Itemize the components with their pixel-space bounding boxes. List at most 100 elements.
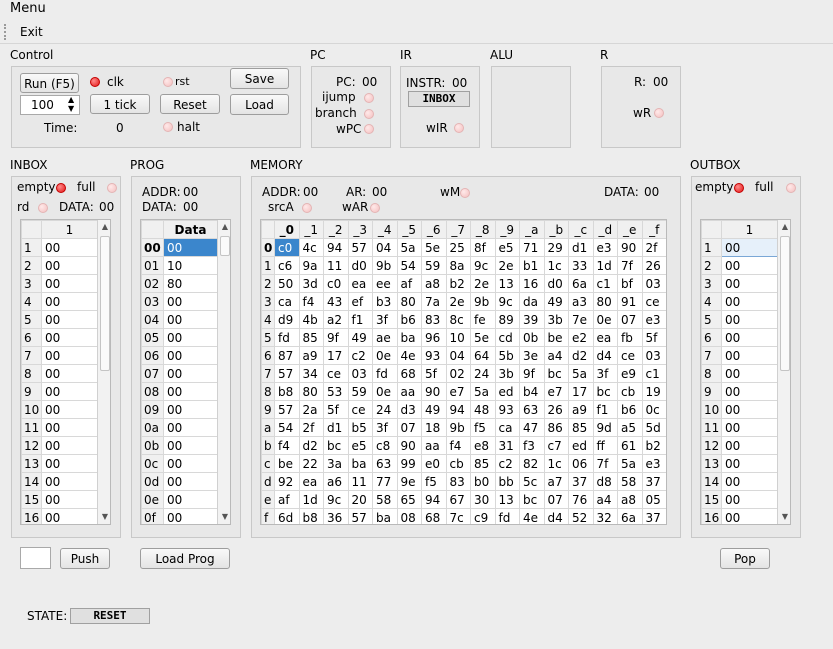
mem-cell[interactable]: 64 bbox=[470, 346, 496, 365]
mem-cell[interactable]: 53 bbox=[323, 382, 349, 401]
mem-cell[interactable]: 58 bbox=[372, 490, 398, 509]
mem-cell[interactable]: ea bbox=[592, 328, 618, 347]
mem-cell[interactable]: 83 bbox=[421, 310, 447, 329]
mem-cell[interactable]: 3f bbox=[592, 364, 618, 383]
mem-cell[interactable]: d9 bbox=[274, 310, 300, 329]
inbox-cell[interactable]: 00 bbox=[41, 238, 98, 257]
mem-cell[interactable]: 17 bbox=[568, 382, 594, 401]
prog-cell[interactable]: 00 bbox=[163, 454, 218, 473]
mem-cell[interactable]: b5 bbox=[347, 418, 373, 437]
mem-cell[interactable]: 2e bbox=[445, 292, 471, 311]
outbox-cell[interactable]: 00 bbox=[721, 238, 778, 257]
mem-cell[interactable]: 02 bbox=[445, 364, 471, 383]
mem-cell[interactable]: 76 bbox=[568, 490, 594, 509]
mem-cell[interactable]: 57 bbox=[347, 238, 373, 257]
mem-cell[interactable]: bc bbox=[543, 364, 569, 383]
mem-cell[interactable]: 7f bbox=[592, 454, 618, 473]
mem-cell[interactable]: 20 bbox=[347, 490, 373, 509]
tick-button[interactable]: 1 tick bbox=[90, 94, 150, 114]
mem-cell[interactable]: 07 bbox=[617, 310, 643, 329]
mem-cell[interactable]: d0 bbox=[543, 274, 569, 293]
mem-cell[interactable]: fd bbox=[274, 328, 300, 347]
mem-cell[interactable]: 52 bbox=[568, 508, 594, 524]
mem-cell[interactable]: 06 bbox=[568, 454, 594, 473]
outbox-cell[interactable]: 00 bbox=[721, 490, 778, 509]
mem-cell[interactable]: 3b bbox=[494, 364, 520, 383]
inbox-cell[interactable]: 00 bbox=[41, 310, 98, 329]
mem-cell[interactable]: 6d bbox=[274, 508, 300, 524]
mem-cell[interactable]: 07 bbox=[543, 490, 569, 509]
mem-cell[interactable]: d4 bbox=[543, 508, 569, 524]
prog-cell[interactable]: 00 bbox=[163, 436, 218, 455]
mem-cell[interactable]: 8f bbox=[470, 238, 496, 257]
mem-cell[interactable]: 7e bbox=[568, 310, 594, 329]
mem-cell[interactable]: 17 bbox=[323, 346, 349, 365]
mem-cell[interactable]: 87 bbox=[274, 346, 300, 365]
mem-cell[interactable]: f5 bbox=[470, 418, 496, 437]
mem-cell[interactable]: 85 bbox=[298, 328, 324, 347]
mem-cell[interactable]: 34 bbox=[298, 364, 324, 383]
mem-cell[interactable]: a7 bbox=[543, 472, 569, 491]
mem-cell[interactable]: e5 bbox=[494, 238, 520, 257]
mem-cell[interactable]: 5a bbox=[617, 454, 643, 473]
mem-cell[interactable]: cb bbox=[617, 382, 643, 401]
mem-cell[interactable]: a4 bbox=[592, 490, 618, 509]
mem-cell[interactable]: b4 bbox=[519, 382, 545, 401]
mem-cell[interactable]: 0c bbox=[641, 400, 666, 419]
mem-cell[interactable]: f4 bbox=[274, 436, 300, 455]
mem-cell[interactable]: 2e bbox=[470, 274, 496, 293]
outbox-cell[interactable]: 00 bbox=[721, 328, 778, 347]
mem-cell[interactable]: c9 bbox=[470, 508, 496, 524]
prog-cell[interactable]: 00 bbox=[163, 328, 218, 347]
mem-cell[interactable]: bc bbox=[592, 382, 618, 401]
scroll-down-icon[interactable]: ▼ bbox=[99, 511, 110, 523]
mem-cell[interactable]: 9c bbox=[470, 256, 496, 275]
mem-cell[interactable]: 04 bbox=[372, 238, 398, 257]
mem-cell[interactable]: e3 bbox=[641, 454, 666, 473]
mem-cell[interactable]: ee bbox=[372, 274, 398, 293]
mem-cell[interactable]: c7 bbox=[543, 436, 569, 455]
mem-cell[interactable]: 3f bbox=[372, 310, 398, 329]
mem-cell[interactable]: a4 bbox=[543, 346, 569, 365]
scroll-thumb[interactable] bbox=[100, 236, 110, 371]
mem-cell[interactable]: c2 bbox=[494, 454, 520, 473]
mem-cell[interactable]: e7 bbox=[543, 382, 569, 401]
mem-cell[interactable]: 99 bbox=[396, 454, 422, 473]
mem-cell[interactable]: 48 bbox=[470, 400, 496, 419]
scroll-thumb[interactable] bbox=[220, 236, 230, 256]
mem-cell[interactable]: 31 bbox=[494, 436, 520, 455]
mem-cell[interactable]: 5e bbox=[470, 328, 496, 347]
mem-cell[interactable]: 43 bbox=[323, 292, 349, 311]
prog-cell[interactable]: 00 bbox=[163, 292, 218, 311]
mem-cell[interactable]: 61 bbox=[617, 436, 643, 455]
mem-cell[interactable]: a8 bbox=[421, 274, 447, 293]
mem-cell[interactable]: 57 bbox=[274, 364, 300, 383]
mem-cell[interactable]: 9c bbox=[323, 490, 349, 509]
mem-cell[interactable]: 5a bbox=[470, 382, 496, 401]
mem-cell[interactable]: 7c bbox=[445, 508, 471, 524]
mem-cell[interactable]: 9c bbox=[494, 292, 520, 311]
mem-cell[interactable]: 9b bbox=[372, 256, 398, 275]
outbox-cell[interactable]: 00 bbox=[721, 346, 778, 365]
mem-cell[interactable]: ca bbox=[274, 292, 300, 311]
mem-cell[interactable]: b6 bbox=[396, 310, 422, 329]
mem-cell[interactable]: 49 bbox=[421, 400, 447, 419]
outbox-cell[interactable]: 00 bbox=[721, 256, 778, 275]
mem-cell[interactable]: 5f bbox=[421, 364, 447, 383]
mem-cell[interactable]: 1c bbox=[543, 454, 569, 473]
run-button[interactable]: Run (F5) bbox=[20, 73, 79, 93]
mem-cell[interactable]: aa bbox=[421, 436, 447, 455]
mem-cell[interactable]: e0 bbox=[421, 454, 447, 473]
mem-cell[interactable]: 65 bbox=[396, 490, 422, 509]
mem-cell[interactable]: 13 bbox=[494, 274, 520, 293]
mem-cell[interactable]: cd bbox=[494, 328, 520, 347]
mem-cell[interactable]: 13 bbox=[494, 490, 520, 509]
mem-cell[interactable]: 11 bbox=[323, 256, 349, 275]
toolbar-grip[interactable] bbox=[4, 24, 8, 40]
mem-cell[interactable]: 32 bbox=[592, 508, 618, 524]
scroll-up-icon[interactable]: ▲ bbox=[99, 221, 110, 233]
inbox-cell[interactable]: 00 bbox=[41, 364, 98, 383]
mem-cell[interactable]: 24 bbox=[470, 364, 496, 383]
prog-cell[interactable]: 00 bbox=[163, 418, 218, 437]
mem-cell[interactable]: 9d bbox=[592, 418, 618, 437]
